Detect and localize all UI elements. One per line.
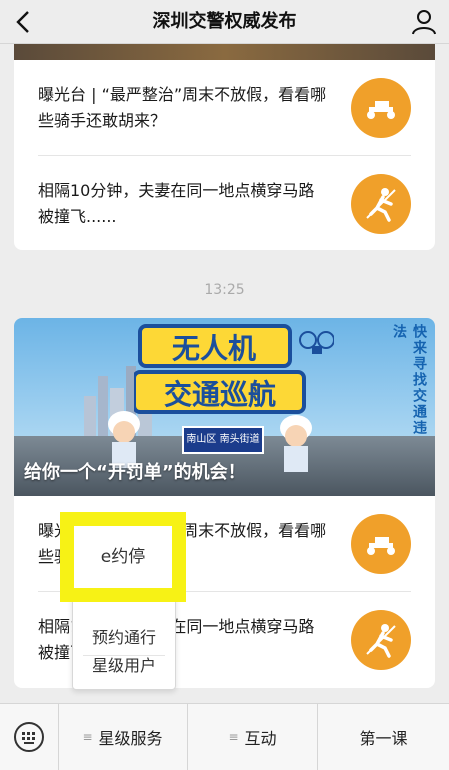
banner-caption: 给你一个“开罚单”的机会！ xyxy=(24,462,246,483)
svg-text:无人机: 无人机 xyxy=(172,332,256,365)
bottom-menu: ≡ 星级服务 ≡ 互动 第一课 xyxy=(0,703,449,770)
list-item[interactable]: 相隔10分钟，夫妻在同一地点横穿马路被撞飞...... xyxy=(14,156,435,250)
tab-label: 互动 xyxy=(244,729,277,748)
pedestrian-icon xyxy=(351,610,411,670)
user-icon[interactable] xyxy=(409,8,439,36)
menu-icon: ≡ xyxy=(82,730,93,744)
pedestrian-icon xyxy=(351,174,411,234)
keyboard-icon[interactable] xyxy=(0,704,59,770)
highlight-box: e约停 xyxy=(60,512,186,602)
menu-icon: ≡ xyxy=(228,730,239,744)
svg-text:交通巡航: 交通巡航 xyxy=(164,378,276,411)
tab-star-service[interactable]: ≡ 星级服务 xyxy=(58,704,188,770)
side-text: 快来寻找交通违法 xyxy=(391,324,427,436)
headline-graphic: 无人机 交通巡航 xyxy=(134,324,334,414)
scooter-icon xyxy=(351,514,411,574)
banner-strip xyxy=(14,44,435,60)
scooter-icon xyxy=(351,78,411,138)
top-bar: 深圳交警权威发布 xyxy=(0,0,449,44)
tab-label: 第一课 xyxy=(359,729,408,748)
timestamp: 13:25 xyxy=(204,282,245,298)
article-card: 曝光台 | “最严整治”周末不放假，看看哪些骑手还敢胡来？ 相隔10分钟，夫妻在… xyxy=(14,44,435,250)
article-title: 曝光台 | “最严整治”周末不放假，看看哪些骑手还敢胡来？ xyxy=(38,85,327,130)
tab-label: 星级服务 xyxy=(98,729,163,748)
tab-interaction[interactable]: ≡ 互动 xyxy=(188,704,318,770)
police-cartoon xyxy=(280,415,312,472)
menu-item-star-user[interactable]: 星级用户 xyxy=(73,651,175,709)
article-title: 相隔10分钟，夫妻在同一地点横穿马路被撞飞...... xyxy=(38,181,315,226)
menu-item-e-parking[interactable]: e约停 xyxy=(74,526,172,588)
list-item[interactable]: 曝光台 | “最严整治”周末不放假，看看哪些骑手还敢胡来？ xyxy=(14,60,435,156)
page-title: 深圳交警权威发布 xyxy=(152,11,297,32)
article-banner[interactable]: 无人机 交通巡航 快来寻找交通违法 南山区 南头街道 给你一个“开罚单”的机会！ xyxy=(14,318,435,496)
street-sign: 南山区 南头街道 xyxy=(182,426,264,454)
tab-first-lesson[interactable]: 第一课 xyxy=(318,704,449,770)
